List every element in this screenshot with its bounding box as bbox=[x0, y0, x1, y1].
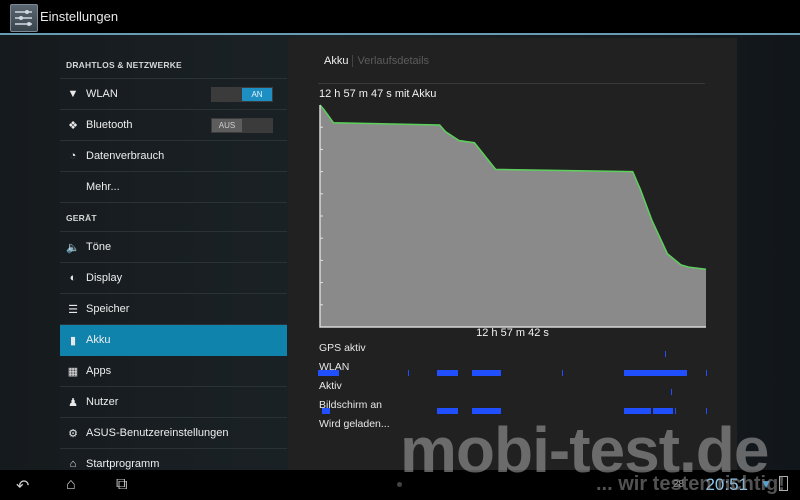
tab-verlaufsdetails[interactable]: Verlaufsdetails bbox=[357, 55, 429, 67]
sidebar-item-label: WLAN bbox=[86, 88, 118, 100]
row-label-laden: Wird geladen... bbox=[319, 418, 390, 430]
sidebar-item-label: Display bbox=[86, 272, 123, 284]
status-clock[interactable]: 20:51 bbox=[705, 475, 748, 495]
sidebar-item-label: Töne bbox=[86, 241, 112, 253]
display-brightness-icon: ◐ bbox=[69, 272, 77, 284]
battery-chart bbox=[319, 104, 707, 328]
battery-icon: ▮ bbox=[69, 334, 77, 347]
sidebar-item-label: Startprogramm bbox=[86, 458, 160, 470]
data-usage-icon: ◔ bbox=[69, 150, 77, 162]
sidebar-item-asus-settings[interactable]: ⚙ ASUS-Benutzereinstellungen bbox=[60, 418, 287, 449]
screen-activity-track bbox=[318, 408, 708, 414]
sidebar-item-nutzer[interactable]: ♟ Nutzer bbox=[60, 387, 287, 418]
battery-level-area bbox=[320, 105, 706, 327]
sidebar-item-label: Mehr... bbox=[86, 181, 120, 193]
sidebar-item-label: Speicher bbox=[86, 303, 130, 315]
sidebar-item-label: Apps bbox=[86, 365, 112, 377]
sidebar-item-apps[interactable]: ▦ Apps bbox=[60, 356, 287, 387]
sidebar-item-mehr[interactable]: Mehr... bbox=[60, 172, 287, 203]
section-header-device: GERÄT bbox=[60, 203, 287, 232]
wlan-activity-track bbox=[318, 370, 708, 376]
activity-segment bbox=[706, 370, 708, 376]
wifi-icon: ▼ bbox=[67, 88, 79, 100]
battery-status-icon bbox=[779, 476, 788, 491]
bluetooth-icon: ❖ bbox=[68, 119, 78, 132]
home-icon[interactable]: ⌂ bbox=[66, 476, 76, 494]
toggle-label: AUS bbox=[212, 119, 242, 132]
activity-segment bbox=[318, 370, 340, 376]
sidebar-item-speicher[interactable]: ☰ Speicher bbox=[60, 294, 287, 325]
gps-activity-track bbox=[318, 351, 708, 357]
battery-panel: Akku Verlaufsdetails 12 h 57 m 47 s mit A… bbox=[288, 38, 737, 470]
sidebar-item-akku[interactable]: ▮ Akku bbox=[60, 325, 287, 356]
activity-segment bbox=[321, 408, 330, 414]
speaker-icon: 🔈 bbox=[66, 241, 80, 254]
sidebar-item-label: ASUS-Benutzereinstellungen bbox=[86, 427, 229, 439]
activity-segment bbox=[674, 408, 676, 414]
tab-akku[interactable]: Akku bbox=[324, 55, 348, 67]
aktiv-activity-track bbox=[318, 389, 708, 395]
storage-icon: ☰ bbox=[68, 303, 78, 316]
notification-count[interactable]: 28 bbox=[673, 479, 684, 490]
tab-divider-line bbox=[318, 83, 705, 84]
bluetooth-toggle[interactable]: AUS bbox=[211, 118, 273, 133]
activity-segment bbox=[624, 408, 652, 414]
back-icon[interactable]: ↶ bbox=[16, 476, 29, 496]
sidebar-item-display[interactable]: ◐ Display bbox=[60, 263, 287, 294]
sidebar-item-label: Datenverbrauch bbox=[86, 150, 165, 162]
sidebar-item-bluetooth[interactable]: ❖ Bluetooth AUS bbox=[60, 110, 287, 141]
toggle-label: AN bbox=[242, 88, 272, 101]
activity-segment bbox=[472, 408, 502, 414]
section-header-wireless: DRAHTLOS & NETZWERKE bbox=[60, 50, 287, 79]
battery-duration-label: 12 h 57 m 47 s mit Akku bbox=[319, 88, 437, 100]
wifi-status-icon: ▼ bbox=[760, 477, 772, 491]
activity-segment bbox=[665, 351, 667, 357]
activity-segment bbox=[407, 370, 409, 376]
battery-tabs: Akku Verlaufsdetails bbox=[324, 55, 429, 68]
activity-segment bbox=[653, 408, 673, 414]
sidebar-item-wlan[interactable]: ▼ WLAN AN bbox=[60, 79, 287, 110]
action-bar: Einstellungen bbox=[0, 0, 800, 35]
app-title: Einstellungen bbox=[40, 9, 119, 24]
apps-icon: ▦ bbox=[67, 365, 79, 378]
activity-segment bbox=[670, 389, 672, 395]
activity-segment bbox=[472, 370, 502, 376]
tab-divider bbox=[352, 55, 354, 68]
page-indicator-dot bbox=[397, 482, 402, 487]
sidebar-item-label: Bluetooth bbox=[86, 119, 133, 131]
activity-segment bbox=[436, 370, 459, 376]
sidebar-item-datenverbrauch[interactable]: ◔ Datenverbrauch bbox=[60, 141, 287, 172]
recents-icon[interactable]: ⧉ bbox=[116, 476, 127, 494]
activity-segment bbox=[561, 370, 563, 376]
activity-segment bbox=[624, 370, 687, 376]
gear-icon: ⚙ bbox=[68, 427, 78, 440]
sidebar-item-label: Akku bbox=[86, 334, 111, 346]
settings-sliders-icon[interactable] bbox=[10, 4, 38, 32]
launcher-icon: ⌂ bbox=[69, 458, 77, 470]
settings-sidebar: DRAHTLOS & NETZWERKE ▼ WLAN AN ❖ Bluetoo… bbox=[60, 50, 287, 480]
chart-x-label: 12 h 57 m 42 s bbox=[476, 327, 549, 339]
activity-segment bbox=[706, 408, 708, 414]
sidebar-item-toene[interactable]: 🔈 Töne bbox=[60, 232, 287, 263]
wlan-toggle[interactable]: AN bbox=[211, 87, 273, 102]
sidebar-item-label: Nutzer bbox=[86, 396, 119, 408]
activity-segment bbox=[436, 408, 459, 414]
user-icon: ♟ bbox=[68, 396, 78, 409]
